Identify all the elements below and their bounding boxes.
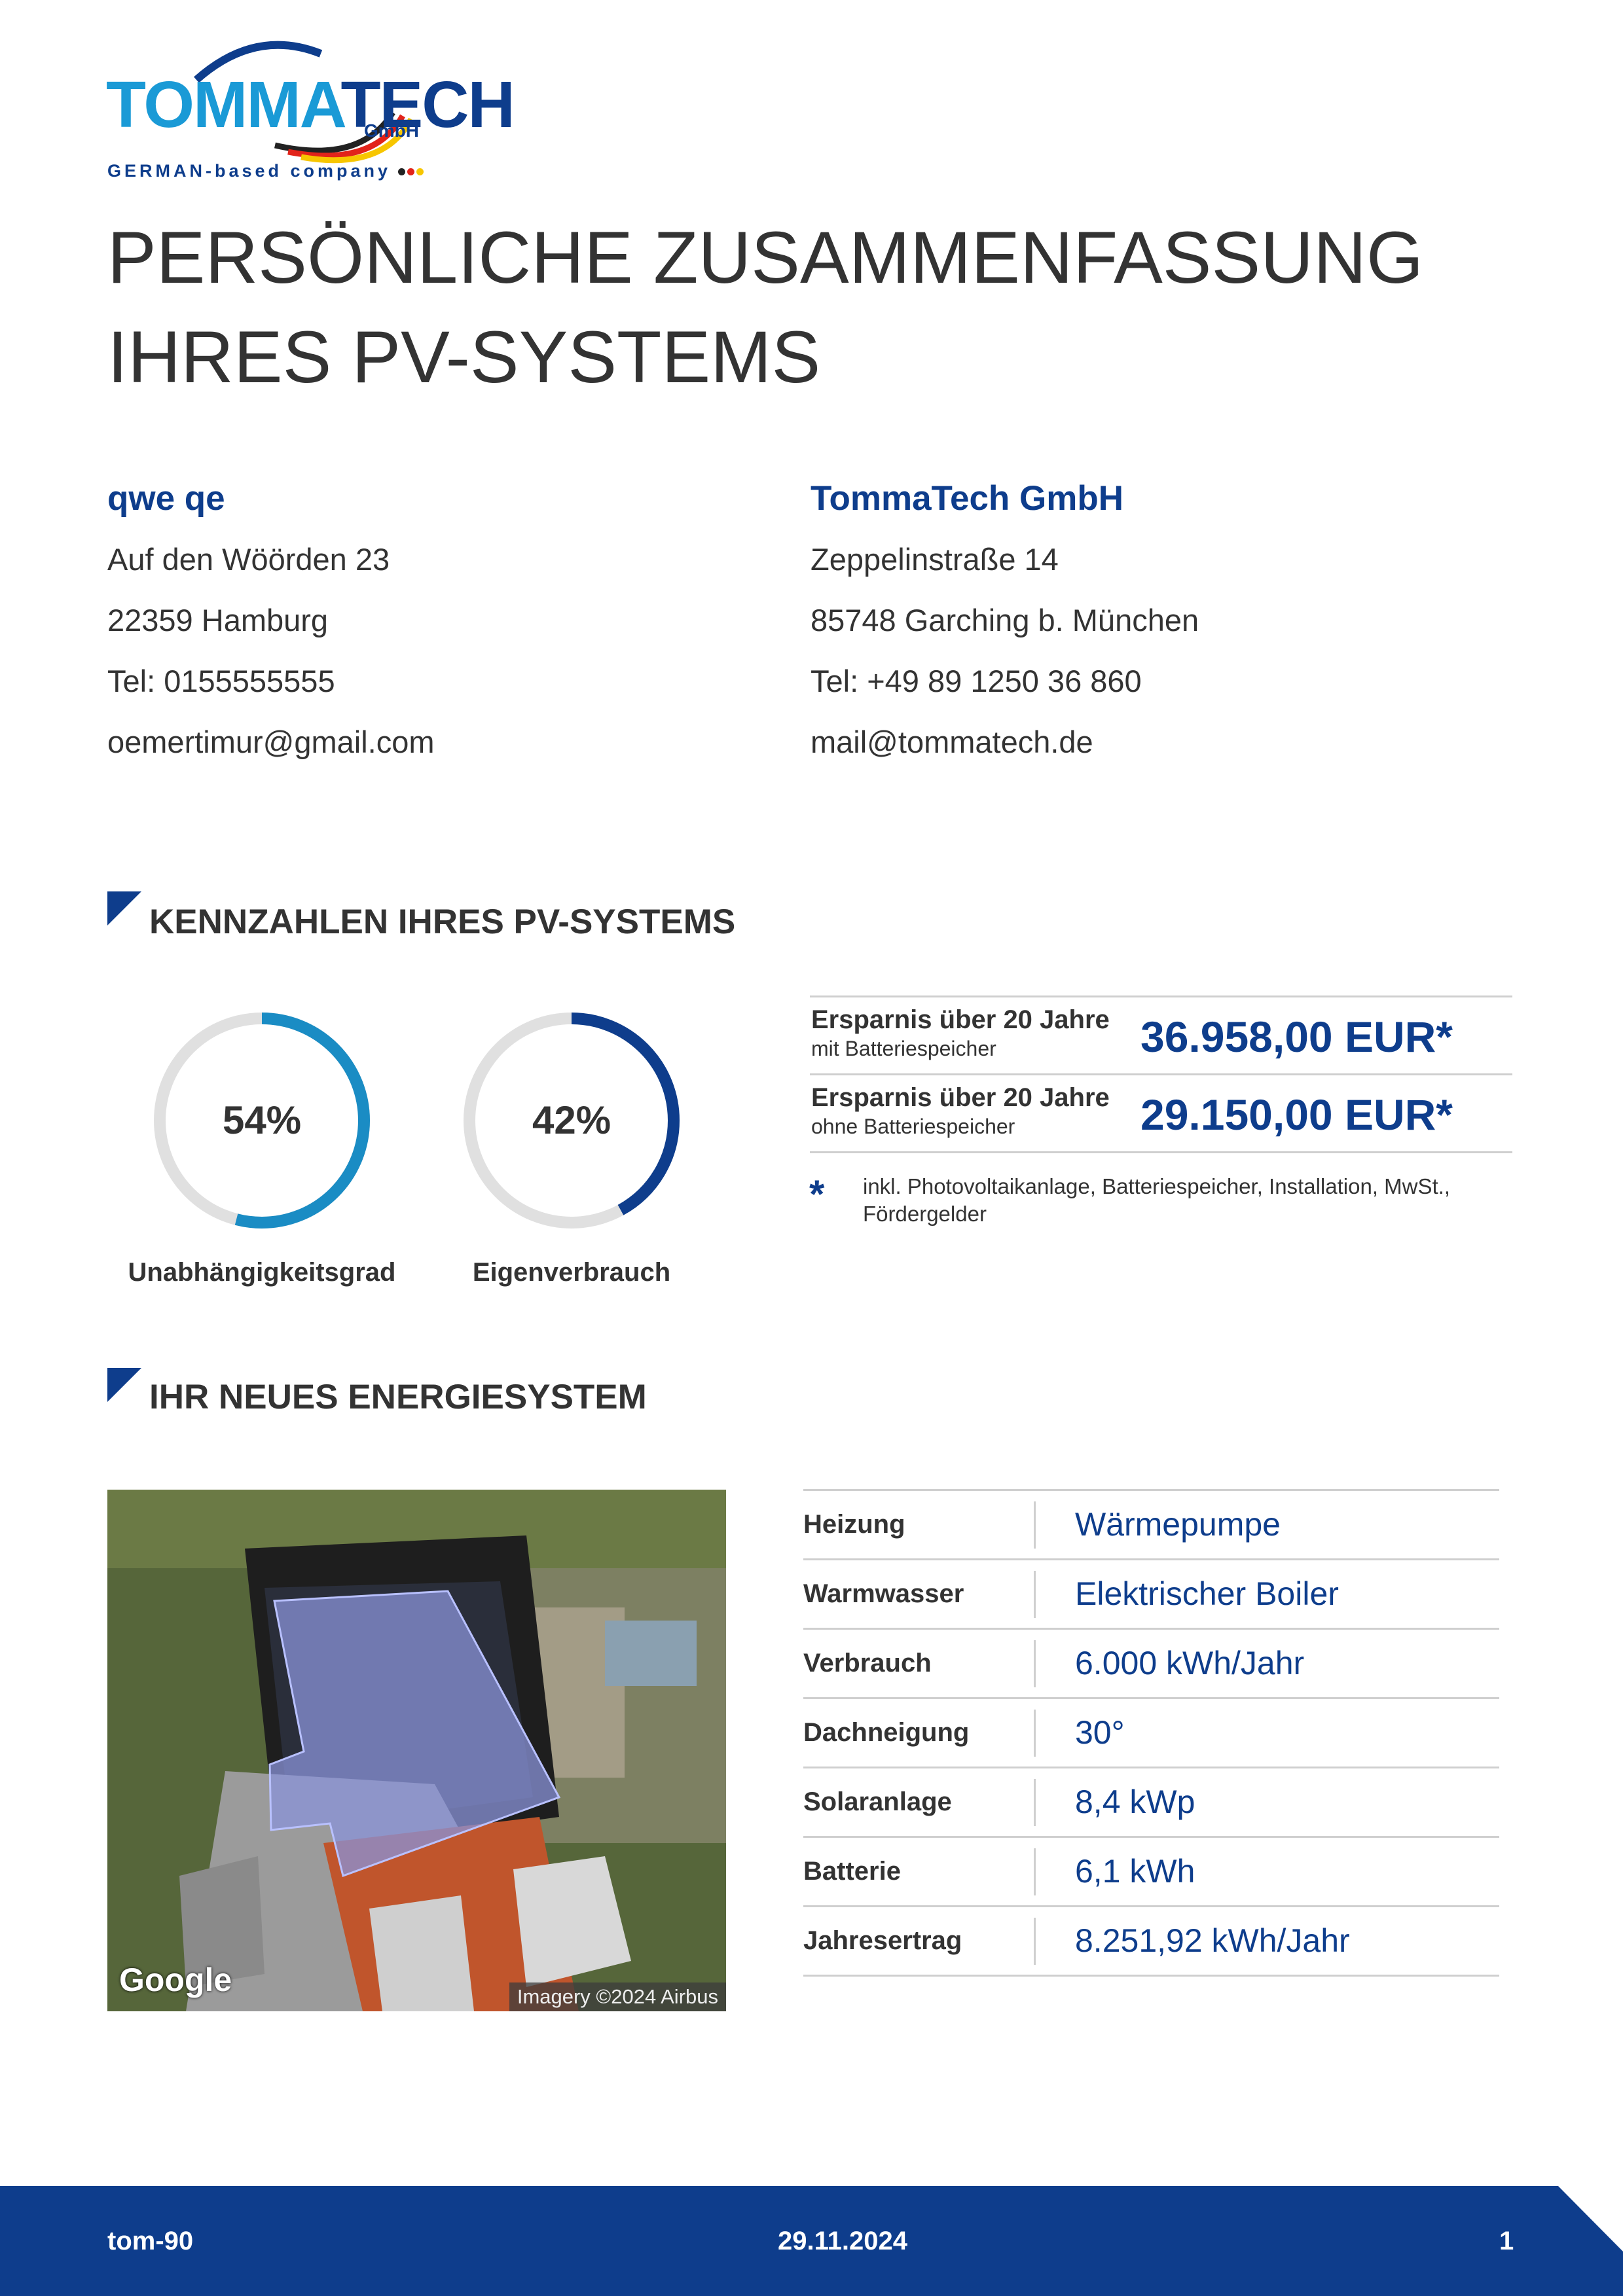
row-divider	[1034, 1779, 1036, 1826]
row-divider	[1034, 1640, 1036, 1687]
savings-row: Ersparnis über 20 Jahre ohne Batteriespe…	[810, 1073, 1512, 1153]
row-value: 8,4 kWp	[1075, 1784, 1195, 1820]
row-divider	[1034, 1710, 1036, 1757]
row-divider	[1034, 1501, 1036, 1549]
google-watermark: Google	[119, 1962, 232, 1998]
customer-city: 22359 Hamburg	[107, 603, 329, 637]
footnote-marker: *	[809, 1172, 825, 1216]
savings-table: Ersparnis über 20 Jahre mit Batteriespei…	[810, 996, 1512, 1153]
row-value: 30°	[1075, 1714, 1125, 1751]
savings-footnote: inkl. Photovoltaikanlage, Batteriespeich…	[863, 1174, 1450, 1226]
self-consumption-value: 42%	[532, 1098, 611, 1142]
table-row: Jahresertrag 8.251,92 kWh/Jahr	[803, 1905, 1499, 1977]
row-label: Heizung	[803, 1510, 905, 1539]
logo-wordmark: TOMMATECH	[106, 68, 515, 141]
page-title-line1: PERSÖNLICHE ZUSAMMENFASSUNG	[107, 217, 1424, 298]
independence-value: 54%	[222, 1098, 302, 1142]
customer-phone: Tel: 0155555555	[107, 664, 335, 698]
row-label: Batterie	[803, 1857, 901, 1886]
section-flag-icon	[107, 891, 141, 925]
customer-address: qwe qe Auf den Wöörden 23 22359 Hamburg …	[107, 469, 762, 772]
table-row: Heizung Wärmepumpe	[803, 1489, 1499, 1558]
document-date: 29.11.2024	[778, 2227, 907, 2255]
document-ref: tom-90	[107, 2227, 194, 2255]
row-divider	[1034, 1571, 1036, 1618]
row-label: Verbrauch	[803, 1649, 932, 1677]
row-label: Dachneigung	[803, 1718, 970, 1747]
logo-gmbh: GmbH	[364, 120, 419, 141]
company-city: 85748 Garching b. München	[811, 603, 1199, 637]
section-flag-icon	[107, 1368, 141, 1402]
page-title-line2: IHRES PV-SYSTEMS	[107, 316, 821, 398]
flag-dots-icon	[396, 161, 424, 181]
table-row: Batterie 6,1 kWh	[803, 1836, 1499, 1905]
satellite-scene	[107, 1490, 726, 2011]
company-name: TommaTech GmbH	[811, 479, 1124, 518]
table-row: Dachneigung 30°	[803, 1697, 1499, 1767]
kpi-section-title: KENNZAHLEN IHRES PV-SYSTEMS	[149, 903, 736, 941]
row-value: 6.000 kWh/Jahr	[1075, 1645, 1305, 1681]
row-label: Jahresertrag	[803, 1926, 962, 1955]
company-logo: TOMMATECH GmbH GERMAN-based company	[105, 34, 515, 185]
energy-section-title: IHR NEUES ENERGIESYSTEM	[149, 1378, 647, 1416]
company-address: TommaTech GmbH Zeppelinstraße 14 85748 G…	[811, 469, 1531, 772]
row-label: Solaranlage	[803, 1787, 952, 1816]
savings-subtitle: ohne Batteriespeicher	[811, 1115, 1015, 1138]
imagery-credit: Imagery ©2024 Airbus	[509, 1982, 726, 2011]
row-value: 6,1 kWh	[1075, 1853, 1195, 1890]
savings-value: 29.150,00 EUR*	[1140, 1090, 1453, 1139]
company-street: Zeppelinstraße 14	[811, 542, 1059, 577]
row-value: Wärmepumpe	[1075, 1506, 1281, 1543]
self-consumption-label: Eigenverbrauch	[472, 1258, 671, 1287]
roof-satellite-image: Google Imagery ©2024 Airbus	[107, 1490, 726, 2011]
savings-title: Ersparnis über 20 Jahre	[811, 1083, 1110, 1112]
self-consumption-donut: 42%	[460, 1009, 683, 1232]
page-title: PERSÖNLICHE ZUSAMMENFASSUNG IHRES PV-SYS…	[107, 208, 1548, 407]
customer-street: Auf den Wöörden 23	[107, 542, 390, 577]
energy-system-table: Heizung Wärmepumpe Warmwasser Elektrischer…	[803, 1489, 1499, 1977]
row-value: Elektrischer Boiler	[1075, 1575, 1339, 1612]
row-value: 8.251,92 kWh/Jahr	[1075, 1922, 1350, 1959]
row-divider	[1034, 1848, 1036, 1895]
company-email: mail@tommatech.de	[811, 725, 1093, 759]
page-footer: tom-90 29.11.2024 1	[0, 2186, 1623, 2296]
independence-label: Unabhängigkeitsgrad	[128, 1258, 396, 1287]
company-phone: Tel: +49 89 1250 36 860	[811, 664, 1142, 698]
savings-subtitle: mit Batteriespeicher	[811, 1037, 996, 1060]
customer-name: qwe qe	[107, 479, 225, 518]
savings-row: Ersparnis über 20 Jahre mit Batteriespei…	[810, 996, 1512, 1073]
customer-email: oemertimur@gmail.com	[107, 725, 435, 759]
table-row: Warmwasser Elektrischer Boiler	[803, 1558, 1499, 1628]
logo-tagline: GERMAN-based company	[107, 161, 424, 181]
table-row: Verbrauch 6.000 kWh/Jahr	[803, 1628, 1499, 1697]
savings-title: Ersparnis über 20 Jahre	[811, 1005, 1110, 1034]
independence-donut: 54%	[151, 1009, 373, 1232]
row-label: Warmwasser	[803, 1579, 964, 1608]
savings-value: 36.958,00 EUR*	[1140, 1013, 1453, 1061]
page-number: 1	[1499, 2227, 1514, 2255]
table-row: Solaranlage 8,4 kWp	[803, 1767, 1499, 1836]
row-divider	[1034, 1918, 1036, 1965]
